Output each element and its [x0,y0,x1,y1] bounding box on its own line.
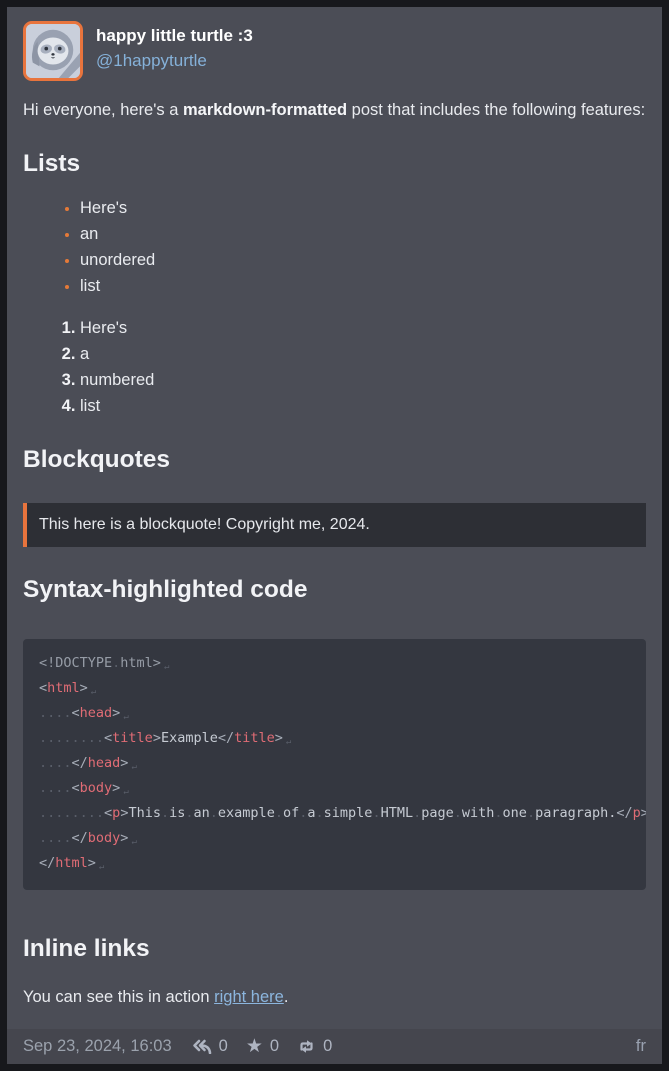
reply-button[interactable]: 0 [192,1037,228,1056]
account-names: happy little turtle :3 @1happyturtle [96,21,253,74]
unordered-list: Here'sanunorderedlist [23,195,646,299]
list-item: a [80,341,646,367]
sloth-avatar-image [26,24,80,78]
boost-icon [297,1039,316,1054]
favourite-count: 0 [270,1037,279,1056]
post-card: happy little turtle :3 @1happyturtle Hi … [0,0,669,1071]
avatar[interactable] [23,21,83,81]
account-handle[interactable]: @1happyturtle [96,48,253,74]
code-line: <html>↵ [39,677,630,702]
heading-blockquotes: Blockquotes [23,445,646,475]
list-item: Here's [80,315,646,341]
intro-text-post: post that includes the following feature… [347,101,645,119]
boost-button[interactable]: 0 [297,1037,332,1056]
list-item: list [80,393,646,419]
reply-icon [192,1039,212,1054]
intro-text-pre: Hi everyone, here's a [23,101,183,119]
post-footer: Sep 23, 2024, 16:03 0 ★ 0 [7,1029,662,1064]
code-line: ....</head>↵ [39,752,630,777]
star-icon: ★ [246,1037,263,1056]
favourite-button[interactable]: ★ 0 [246,1037,279,1056]
ordered-list: Here'sanumberedlist [23,315,646,419]
list-item: list [80,273,646,299]
list-item: Here's [80,195,646,221]
intro-text-bold: markdown-formatted [183,101,347,119]
links-text-post: . [284,988,289,1006]
post-content: happy little turtle :3 @1happyturtle Hi … [7,7,662,1029]
list-item: numbered [80,367,646,393]
reply-count: 0 [219,1037,228,1056]
code-block: <!DOCTYPE.html>↵<html>↵....<head>↵......… [23,639,646,890]
code-line: ....</body>↵ [39,827,630,852]
links-text-pre: You can see this in action [23,988,214,1006]
language-tag[interactable]: fr [636,1037,646,1056]
links-paragraph: You can see this in action right here. [23,984,646,1010]
right-here-link[interactable]: right here [214,988,284,1006]
heading-lists: Lists [23,149,646,179]
boost-count: 0 [323,1037,332,1056]
account-header[interactable]: happy little turtle :3 @1happyturtle [23,21,646,81]
list-item: an [80,221,646,247]
code-line: </html>↵ [39,852,630,877]
code-line: ....<body>↵ [39,777,630,802]
timestamp[interactable]: Sep 23, 2024, 16:03 [23,1037,172,1056]
code-line: ....<head>↵ [39,702,630,727]
intro-paragraph: Hi everyone, here's a markdown-formatted… [23,97,646,123]
blockquote: This here is a blockquote! Copyright me,… [23,503,646,547]
heading-code: Syntax-highlighted code [23,575,646,605]
code-line: ........<p>This.is.an.example.of.a.simpl… [39,802,630,827]
display-name[interactable]: happy little turtle :3 [96,24,253,48]
code-line: <!DOCTYPE.html>↵ [39,652,630,677]
list-item: unordered [80,247,646,273]
heading-inline-links: Inline links [23,934,646,964]
code-line: ........<title>Example</title>↵ [39,727,630,752]
